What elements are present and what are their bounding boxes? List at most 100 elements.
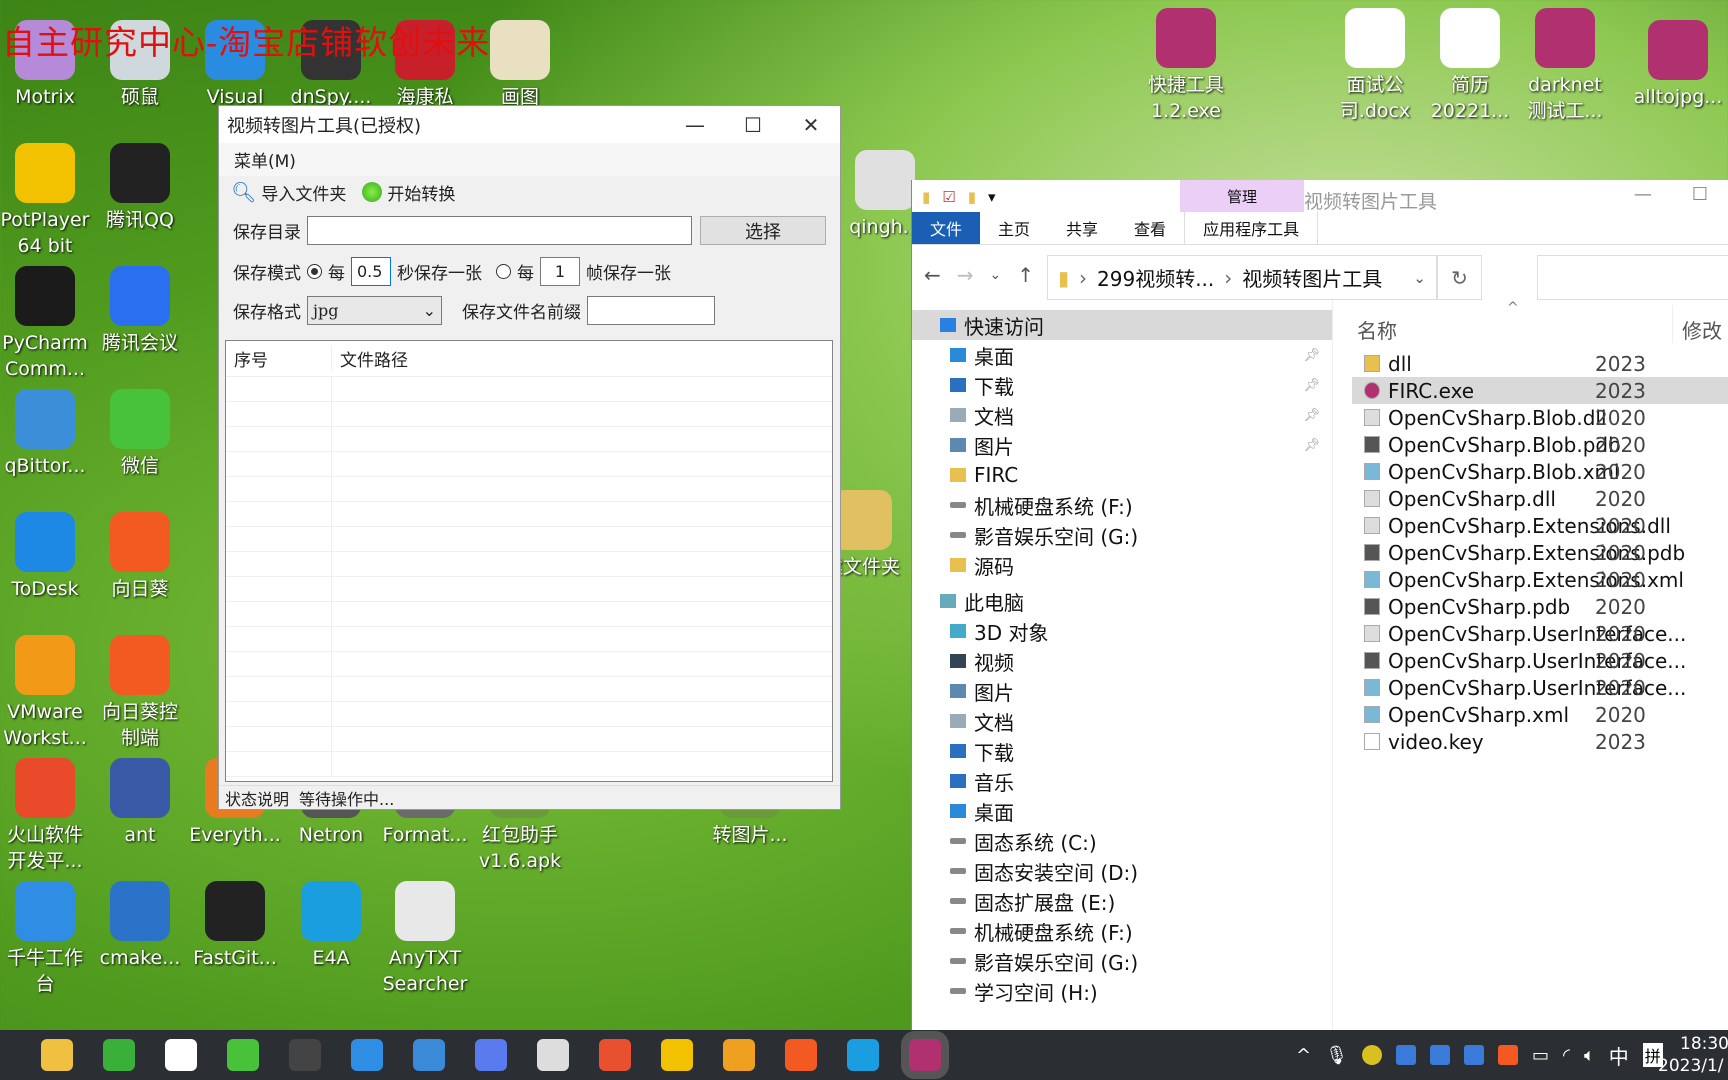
wifi-icon[interactable]: ◜ [1563, 1045, 1570, 1066]
tab-home[interactable]: 主页 [980, 212, 1048, 244]
wechat-taskbar-icon[interactable] [227, 1039, 259, 1071]
nav-item[interactable]: 固态系统 (C:) [912, 826, 1332, 856]
obs-taskbar-icon[interactable] [289, 1039, 321, 1071]
desktop-icon[interactable]: darknet 测试工... [1519, 8, 1611, 124]
smart-firc-taskbar-icon[interactable] [909, 1039, 941, 1071]
desktop-icon[interactable]: qBittor... [0, 389, 91, 479]
file-item[interactable]: OpenCvSharp.Extensions.pdb 2020 [1352, 539, 1728, 566]
new-folder-icon[interactable]: ▮ [968, 188, 976, 206]
maximize-button[interactable]: ☐ [1692, 184, 1708, 205]
file-item[interactable]: OpenCvSharp.Blob.pdb 2020 [1352, 431, 1728, 458]
file-item[interactable]: OpenCvSharp.UserInterface... 2020 [1352, 674, 1728, 701]
tab-app-tools[interactable]: 应用程序工具 [1184, 212, 1319, 244]
forward-icon[interactable]: → [957, 263, 974, 287]
desktop-icon[interactable]: 千牛工作台 [0, 881, 91, 997]
seconds-input[interactable]: 0.5 [351, 257, 391, 286]
document-taskbar-icon[interactable] [537, 1039, 569, 1071]
desktop-icon[interactable]: 微信 [94, 389, 186, 479]
desktop-icon[interactable]: 腾讯会议 [94, 266, 186, 356]
browser-360-taskbar-icon[interactable] [103, 1039, 135, 1071]
nav-item[interactable]: 音乐 [912, 766, 1332, 796]
file-item[interactable]: OpenCvSharp.UserInterface... 2020 [1352, 620, 1728, 647]
file-item[interactable]: OpenCvSharp.Blob.dll 2020 [1352, 404, 1728, 431]
todesk-tray-icon[interactable] [1429, 1045, 1450, 1065]
file-item[interactable]: video.key 2023 [1352, 728, 1728, 755]
nav-item[interactable]: 文档 📌︎ [912, 400, 1332, 430]
nav-item[interactable]: 学习空间 (H:) [912, 976, 1332, 1006]
desktop-icon[interactable]: 快捷工具 1.2.exe [1140, 8, 1232, 124]
feishu-taskbar-icon[interactable] [475, 1039, 507, 1071]
file-item[interactable]: dll 2023 [1352, 350, 1728, 377]
chevron-down-icon[interactable]: ⌄ [1413, 269, 1426, 287]
upx-taskbar-icon[interactable] [165, 1039, 197, 1071]
desktop-icon[interactable]: E4A [285, 881, 377, 971]
desktop-icon[interactable]: 腾讯QQ [94, 143, 186, 233]
format-select[interactable]: jpg ⌄ [307, 296, 442, 325]
nav-item[interactable]: 影音娱乐空间 (G:) [912, 520, 1332, 550]
nav-item[interactable]: 下载 📌︎ [912, 370, 1332, 400]
prefix-input[interactable] [587, 296, 715, 325]
microphone-icon[interactable]: 🎙︎ [1325, 1045, 1348, 1066]
save-dir-input[interactable] [307, 216, 692, 245]
desktop-icon[interactable]: FastGit... [189, 881, 281, 971]
column-date[interactable]: 修改 [1682, 315, 1722, 344]
emoji-app-taskbar-icon[interactable] [723, 1039, 755, 1071]
seconds-mode-radio[interactable] [307, 264, 322, 279]
desktop-icon[interactable]: ant [94, 758, 186, 848]
nav-item[interactable]: 此电脑 [912, 586, 1332, 616]
start-convert-button[interactable]: 开始转换 [362, 180, 455, 205]
todesk-tray-icon[interactable] [1463, 1045, 1484, 1065]
file-item[interactable]: OpenCvSharp.xml 2020 [1352, 701, 1728, 728]
file-item[interactable]: OpenCvSharp.UserInterface... 2020 [1352, 647, 1728, 674]
nav-item[interactable]: 文档 [912, 706, 1332, 736]
sunlogin-tray-icon[interactable] [1497, 1045, 1518, 1065]
nav-item[interactable]: 图片 [912, 676, 1332, 706]
todesk-tray-icon[interactable] [1395, 1045, 1416, 1065]
pin-icon[interactable]: 📌︎ [1303, 348, 1320, 363]
nav-item[interactable]: 源码 [912, 550, 1332, 580]
search-input[interactable] [1537, 255, 1728, 300]
back-icon[interactable]: ← [924, 263, 941, 287]
tray-app-icon[interactable] [1361, 1045, 1382, 1065]
import-folder-button[interactable]: 🔍︎ 导入文件夹 [231, 180, 346, 205]
nav-item[interactable]: 桌面 📌︎ [912, 340, 1332, 370]
desktop-icon[interactable]: 火山软件开发平... [0, 758, 91, 874]
desktop-icon[interactable]: 面试公司.docx [1329, 8, 1421, 124]
nav-item[interactable]: 影音娱乐空间 (G:) [912, 946, 1332, 976]
close-button[interactable]: ✕ [782, 113, 840, 137]
menu-button[interactable]: 菜单(M) [234, 147, 296, 172]
nav-item[interactable]: 视频 [912, 646, 1332, 676]
desktop-icon[interactable]: alltojpg... [1632, 20, 1724, 110]
pin-icon[interactable]: 📌︎ [1303, 438, 1320, 453]
properties-icon[interactable]: ☑ [942, 188, 955, 206]
file-item[interactable]: OpenCvSharp.Extensions.dll 2020 [1352, 512, 1728, 539]
nav-item[interactable]: 机械硬盘系统 (F:) [912, 916, 1332, 946]
minimize-button[interactable]: — [666, 113, 724, 137]
desktop-icon[interactable]: ToDesk [0, 512, 91, 602]
pin-icon[interactable]: 📌︎ [1303, 408, 1320, 423]
breadcrumb-item[interactable]: 299视频转... [1097, 263, 1214, 292]
notepad-taskbar-icon[interactable] [413, 1039, 445, 1071]
nav-item[interactable]: 固态扩展盘 (E:) [912, 886, 1332, 916]
volume-icon[interactable]: 🔈︎ [1584, 1045, 1595, 1066]
file-list[interactable]: 序号 文件路径 [225, 340, 833, 782]
nav-item[interactable]: 机械硬盘系统 (F:) [912, 490, 1332, 520]
file-item[interactable]: OpenCvSharp.Blob.xml 2020 [1352, 458, 1728, 485]
desktop-icon[interactable]: VMware Workst... [0, 635, 91, 751]
sunlogin-taskbar-icon[interactable] [785, 1039, 817, 1071]
nav-item[interactable]: 下载 [912, 736, 1332, 766]
potplayer-taskbar-icon[interactable] [661, 1039, 693, 1071]
file-item[interactable]: FIRC.exe 2023 [1352, 377, 1728, 404]
tab-share[interactable]: 共享 [1048, 212, 1116, 244]
choose-button[interactable]: 选择 [700, 216, 826, 245]
ime-mode[interactable]: 中 [1609, 1041, 1629, 1070]
file-item[interactable]: OpenCvSharp.Extensions.xml 2020 [1352, 566, 1728, 593]
pin-icon[interactable]: 📌︎ [1303, 378, 1320, 393]
desktop-icon[interactable]: AnyTXT Searcher [379, 881, 471, 997]
edge-taskbar-icon[interactable] [847, 1039, 879, 1071]
frames-mode-radio[interactable] [496, 264, 511, 279]
tab-file[interactable]: 文件 [912, 212, 981, 244]
file-explorer-taskbar-icon[interactable] [41, 1039, 73, 1071]
minimize-button[interactable]: — [1634, 184, 1652, 205]
column-path[interactable]: 文件路径 [332, 346, 408, 371]
